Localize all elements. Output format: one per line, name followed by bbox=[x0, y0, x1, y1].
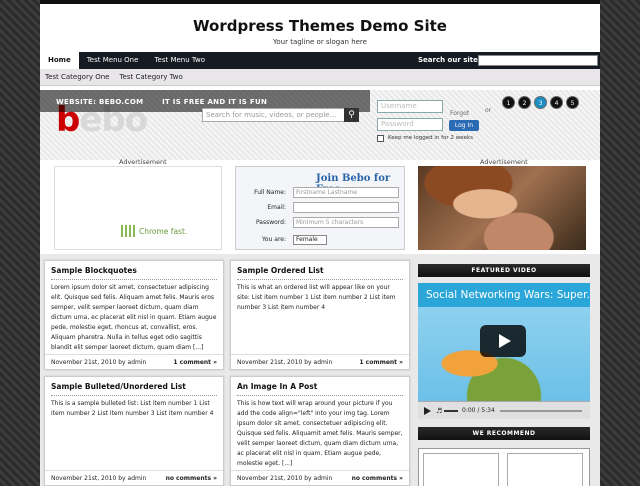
join-form: Join Bebo for Free Full Name: Firstname … bbox=[235, 166, 405, 250]
full-name-input[interactable]: Firstname Lastname bbox=[293, 187, 399, 198]
video-title[interactable]: Social Networking Wars: Super... bbox=[426, 289, 590, 301]
post-author[interactable]: admin bbox=[314, 359, 333, 366]
recommend-box bbox=[418, 448, 590, 486]
password-field[interactable]: Password bbox=[377, 118, 443, 131]
post-date: November 21st, 2010 bbox=[51, 475, 117, 482]
pager-5[interactable]: 5 bbox=[566, 96, 579, 109]
post-by: by bbox=[304, 475, 312, 482]
ad-right-label: Advertisement bbox=[480, 158, 528, 166]
volume-slider[interactable] bbox=[444, 410, 458, 412]
post-comments-link[interactable]: no comments » bbox=[352, 475, 403, 482]
post-meta: November 21st, 2010 by admin no comments… bbox=[231, 470, 409, 485]
divider bbox=[237, 395, 403, 396]
caption-site: WEBSITE: BEBO.COM bbox=[56, 98, 144, 106]
chrome-bars-icon bbox=[121, 225, 135, 237]
email-label: Email: bbox=[267, 204, 286, 211]
post-meta: November 21st, 2010 by admin no comments… bbox=[45, 470, 223, 485]
post-meta: November 21st, 2010 by admin 1 comment » bbox=[45, 354, 223, 369]
video-player[interactable]: Social Networking Wars: Super... ♬ 0:00 … bbox=[418, 283, 590, 419]
bebo-search-input[interactable]: Search for music, videos, or people... bbox=[202, 108, 346, 122]
search-icon[interactable]: ⚲ bbox=[344, 108, 359, 122]
category-one[interactable]: Test Category One bbox=[40, 73, 114, 81]
site-header: Wordpress Themes Demo Site Your tagline … bbox=[40, 4, 600, 52]
seek-bar[interactable] bbox=[500, 410, 582, 412]
ad-left[interactable]: Chrome fast. bbox=[54, 166, 222, 250]
post-excerpt: This is a sample bulleted list: List ite… bbox=[51, 400, 214, 417]
post-by: by bbox=[304, 359, 312, 366]
site-tagline: Your tagline or slogan here bbox=[273, 38, 367, 46]
post-title[interactable]: An Image In A Post bbox=[237, 382, 317, 391]
password-label: Password: bbox=[255, 219, 286, 226]
email-input[interactable] bbox=[293, 202, 399, 213]
category-two[interactable]: Test Category Two bbox=[114, 73, 187, 81]
post-date: November 21st, 2010 bbox=[237, 475, 303, 482]
or-text: or bbox=[485, 107, 492, 114]
post-excerpt: Lorem ipsum dolor sit amet, consectetuer… bbox=[51, 284, 217, 351]
play-small-icon[interactable] bbox=[424, 407, 431, 415]
featured-screenshot: bebo WEBSITE: BEBO.COM IT IS FREE AND IT… bbox=[40, 90, 600, 250]
nav-test-menu-one[interactable]: Test Menu One bbox=[79, 52, 147, 69]
post-comments-link[interactable]: no comments » bbox=[166, 475, 217, 482]
ad-right-photo[interactable] bbox=[418, 166, 586, 250]
post-excerpt: This is how text will wrap around your p… bbox=[237, 400, 403, 467]
post-author[interactable]: admin bbox=[314, 475, 333, 482]
search-label: Search our site bbox=[418, 56, 478, 64]
ad-left-label: Advertisement bbox=[119, 158, 167, 166]
post-author[interactable]: admin bbox=[128, 475, 147, 482]
you-are-label: You are: bbox=[262, 236, 286, 243]
recommend-tile[interactable] bbox=[507, 453, 583, 486]
slide-pager: 1 2 3 4 5 bbox=[502, 96, 579, 109]
divider bbox=[51, 279, 217, 280]
search-input[interactable] bbox=[478, 55, 598, 66]
pager-3[interactable]: 3 bbox=[534, 96, 547, 109]
post-by: by bbox=[118, 359, 126, 366]
video-controls: ♬ 0:00 / 5:34 bbox=[418, 401, 590, 419]
gender-select[interactable]: Female bbox=[293, 235, 327, 245]
post-date: November 21st, 2010 bbox=[237, 359, 303, 366]
post-card: Sample Blockquotes Lorem ipsum dolor sit… bbox=[44, 260, 224, 370]
join-password-input[interactable]: Minimum 5 characters bbox=[293, 217, 399, 228]
post-title[interactable]: Sample Ordered List bbox=[237, 266, 324, 275]
chrome-ad-text: Chrome fast. bbox=[139, 227, 188, 236]
keep-logged-checkbox[interactable] bbox=[377, 135, 384, 142]
post-title[interactable]: Sample Bulleted/Unordered List bbox=[51, 382, 186, 391]
divider bbox=[237, 279, 403, 280]
forgot-link[interactable]: Forgot bbox=[450, 110, 469, 117]
volume-icon[interactable]: ♬ bbox=[436, 407, 442, 415]
post-by: by bbox=[118, 475, 126, 482]
video-time: 0:00 / 5:34 bbox=[462, 407, 495, 414]
site-title[interactable]: Wordpress Themes Demo Site bbox=[40, 17, 600, 35]
nav-test-menu-two[interactable]: Test Menu Two bbox=[146, 52, 213, 69]
username-field[interactable]: Username bbox=[377, 100, 443, 113]
caption-fun: IT IS FREE AND IT IS FUN bbox=[162, 98, 268, 106]
post-comments-link[interactable]: 1 comment » bbox=[359, 359, 403, 366]
screenshot-caption: WEBSITE: BEBO.COM IT IS FREE AND IT IS F… bbox=[56, 98, 283, 106]
category-bar: Test Category One Test Category Two bbox=[40, 69, 600, 86]
post-card: An Image In A Post This is how text will… bbox=[230, 376, 410, 486]
pager-1[interactable]: 1 bbox=[502, 96, 515, 109]
post-author[interactable]: admin bbox=[128, 359, 147, 366]
post-card: Sample Ordered List This is what an orde… bbox=[230, 260, 410, 370]
full-name-label: Full Name: bbox=[254, 189, 286, 196]
post-date: November 21st, 2010 bbox=[51, 359, 117, 366]
post-meta: November 21st, 2010 by admin 1 comment » bbox=[231, 354, 409, 369]
keep-logged-label: Keep me logged in for 2 weeks bbox=[388, 135, 473, 141]
sidebar: FEATURED VIDEO Social Networking Wars: S… bbox=[418, 264, 590, 486]
content-area: Sample Blockquotes Lorem ipsum dolor sit… bbox=[40, 254, 600, 486]
recommend-heading: WE RECOMMEND bbox=[418, 427, 590, 440]
login-button[interactable]: Log In bbox=[449, 120, 479, 131]
post-comments-link[interactable]: 1 comment » bbox=[173, 359, 217, 366]
pager-4[interactable]: 4 bbox=[550, 96, 563, 109]
page-container: Wordpress Themes Demo Site Your tagline … bbox=[40, 0, 600, 486]
post-card: Sample Bulleted/Unordered List This is a… bbox=[44, 376, 224, 486]
play-icon[interactable] bbox=[480, 325, 526, 357]
nav-home[interactable]: Home bbox=[40, 52, 79, 69]
post-excerpt: This is what an ordered list will appear… bbox=[237, 284, 396, 311]
divider bbox=[51, 395, 217, 396]
post-title[interactable]: Sample Blockquotes bbox=[51, 266, 137, 275]
main-nav: Home Test Menu One Test Menu Two Search … bbox=[40, 52, 600, 69]
featured-video-heading: FEATURED VIDEO bbox=[418, 264, 590, 277]
recommend-tile[interactable] bbox=[423, 453, 499, 486]
pager-2[interactable]: 2 bbox=[518, 96, 531, 109]
